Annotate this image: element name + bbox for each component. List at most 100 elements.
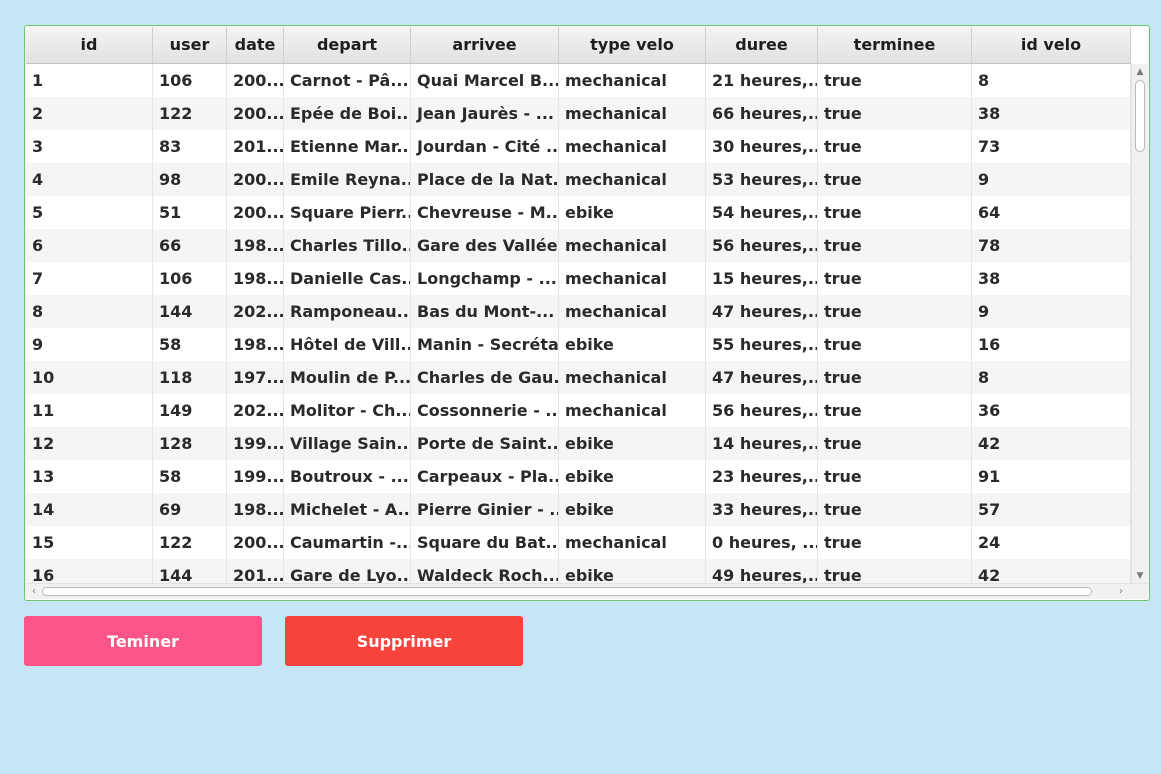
cell-date: 201... (227, 130, 284, 163)
cell-terminee: true (818, 328, 972, 361)
cell-terminee: true (818, 460, 972, 493)
column-header-id-velo[interactable]: id velo (972, 27, 1131, 63)
cell-terminee: true (818, 394, 972, 427)
cell-id-velo: 38 (972, 262, 1131, 295)
chevron-left-icon[interactable]: ‹ (27, 584, 41, 599)
cell-depart: Etienne Mar... (284, 130, 411, 163)
chevron-down-icon[interactable]: ▼ (1132, 570, 1148, 582)
cell-terminee: true (818, 262, 972, 295)
cell-arrivee: Place de la Nat... (411, 163, 559, 196)
cell-type-velo: ebike (559, 460, 706, 493)
cell-duree: 0 heures, ... (706, 526, 818, 559)
cell-depart: Boutroux - ... (284, 460, 411, 493)
table-row[interactable]: 6 66 198... Charles Tillo... Gare des Vallée… (26, 229, 1131, 262)
table-row[interactable]: 3 83 201... Etienne Mar... Jourdan - Cité ..… (26, 130, 1131, 163)
cell-duree: 47 heures,... (706, 361, 818, 394)
cell-id-velo: 9 (972, 163, 1131, 196)
cell-arrivee: Manin - Secrétan (411, 328, 559, 361)
cell-type-velo: ebike (559, 196, 706, 229)
cell-date: 201... (227, 559, 284, 584)
cell-duree: 47 heures,... (706, 295, 818, 328)
table-row[interactable]: 12 128 199... Village Sain... Porte de Saint… (26, 427, 1131, 460)
column-header-depart[interactable]: depart (284, 27, 411, 63)
table-row[interactable]: 14 69 198... Michelet - A... Pierre Ginier -… (26, 493, 1131, 526)
cell-depart: Danielle Cas... (284, 262, 411, 295)
column-header-user[interactable]: user (153, 27, 227, 63)
cell-terminee: true (818, 196, 972, 229)
column-header-id[interactable]: id (26, 27, 153, 63)
cell-user: 128 (153, 427, 227, 460)
cell-user: 144 (153, 559, 227, 584)
cell-user: 66 (153, 229, 227, 262)
cell-terminee: true (818, 559, 972, 584)
table-row[interactable]: 15 122 200... Caumartin -... Square du Bat..… (26, 526, 1131, 559)
cell-id-velo: 91 (972, 460, 1131, 493)
column-header-duree[interactable]: duree (706, 27, 818, 63)
cell-id: 2 (26, 97, 153, 130)
cell-id-velo: 24 (972, 526, 1131, 559)
table-row[interactable]: 8 144 202... Ramponeau... Bas du Mont-... mec… (26, 295, 1131, 328)
delete-button[interactable]: Supprimer (285, 616, 523, 666)
cell-arrivee: Gare des Vallées (411, 229, 559, 262)
table-row[interactable]: 11 149 202... Molitor - Ch... Cossonnerie - … (26, 394, 1131, 427)
table-row[interactable]: 1 106 200... Carnot - Pâ... Quai Marcel B...… (26, 64, 1131, 97)
cell-terminee: true (818, 526, 972, 559)
cell-user: 122 (153, 526, 227, 559)
cell-duree: 33 heures,... (706, 493, 818, 526)
column-header-terminee[interactable]: terminee (818, 27, 972, 63)
cell-date: 202... (227, 394, 284, 427)
cell-duree: 66 heures,... (706, 97, 818, 130)
cell-arrivee: Pierre Ginier - ... (411, 493, 559, 526)
chevron-up-icon[interactable]: ▲ (1132, 66, 1148, 78)
horizontal-scrollbar[interactable]: ‹ › (26, 583, 1148, 599)
cell-date: 200... (227, 64, 284, 97)
table-row[interactable]: 7 106 198... Danielle Cas... Longchamp - ...… (26, 262, 1131, 295)
table-row[interactable]: 5 51 200... Square Pierr... Chevreuse - M...… (26, 196, 1131, 229)
rides-table: id user date depart arrivee type velo du… (24, 25, 1150, 601)
vertical-scrollbar[interactable]: ▲ ▼ (1131, 64, 1148, 584)
cell-id-velo: 36 (972, 394, 1131, 427)
cell-terminee: true (818, 130, 972, 163)
cell-depart: Charles Tillo... (284, 229, 411, 262)
cell-id: 16 (26, 559, 153, 584)
cell-id-velo: 8 (972, 64, 1131, 97)
cell-type-velo: mechanical (559, 97, 706, 130)
column-header-arrivee[interactable]: arrivee (411, 27, 559, 63)
cell-id-velo: 78 (972, 229, 1131, 262)
cell-terminee: true (818, 427, 972, 460)
column-header-type-velo[interactable]: type velo (559, 27, 706, 63)
cell-date: 198... (227, 229, 284, 262)
cell-user: 106 (153, 64, 227, 97)
cell-id: 4 (26, 163, 153, 196)
cell-arrivee: Chevreuse - M... (411, 196, 559, 229)
table-row[interactable]: 9 58 198... Hôtel de Vill... Manin - Secréta… (26, 328, 1131, 361)
cell-id: 8 (26, 295, 153, 328)
cell-user: 58 (153, 328, 227, 361)
table-row[interactable]: 2 122 200... Epée de Boi... Jean Jaurès - ..… (26, 97, 1131, 130)
cell-user: 98 (153, 163, 227, 196)
column-header-date[interactable]: date (227, 27, 284, 63)
table-body: 1 106 200... Carnot - Pâ... Quai Marcel B...… (26, 64, 1131, 584)
vertical-scroll-thumb[interactable] (1135, 80, 1145, 152)
cell-arrivee: Jourdan - Cité ... (411, 130, 559, 163)
table-row[interactable]: 10 118 197... Moulin de P... Charles de Gau.… (26, 361, 1131, 394)
cell-date: 200... (227, 526, 284, 559)
table-row[interactable]: 13 58 199... Boutroux - ... Carpeaux - Pla..… (26, 460, 1131, 493)
cell-type-velo: ebike (559, 493, 706, 526)
cell-id: 7 (26, 262, 153, 295)
cell-id-velo: 42 (972, 559, 1131, 584)
cell-depart: Hôtel de Vill... (284, 328, 411, 361)
cell-duree: 55 heures,... (706, 328, 818, 361)
cell-arrivee: Bas du Mont-... (411, 295, 559, 328)
horizontal-scroll-thumb[interactable] (42, 587, 1092, 596)
cell-terminee: true (818, 64, 972, 97)
cell-arrivee: Porte de Saint... (411, 427, 559, 460)
table-row[interactable]: 16 144 201... Gare de Lyo... Waldeck Roch...… (26, 559, 1131, 584)
cell-id-velo: 38 (972, 97, 1131, 130)
finish-button[interactable]: Teminer (24, 616, 262, 666)
cell-type-velo: ebike (559, 559, 706, 584)
table-row[interactable]: 4 98 200... Emile Reyna... Place de la Nat..… (26, 163, 1131, 196)
cell-arrivee: Jean Jaurès - ... (411, 97, 559, 130)
chevron-right-icon[interactable]: › (1114, 584, 1128, 599)
cell-type-velo: ebike (559, 427, 706, 460)
